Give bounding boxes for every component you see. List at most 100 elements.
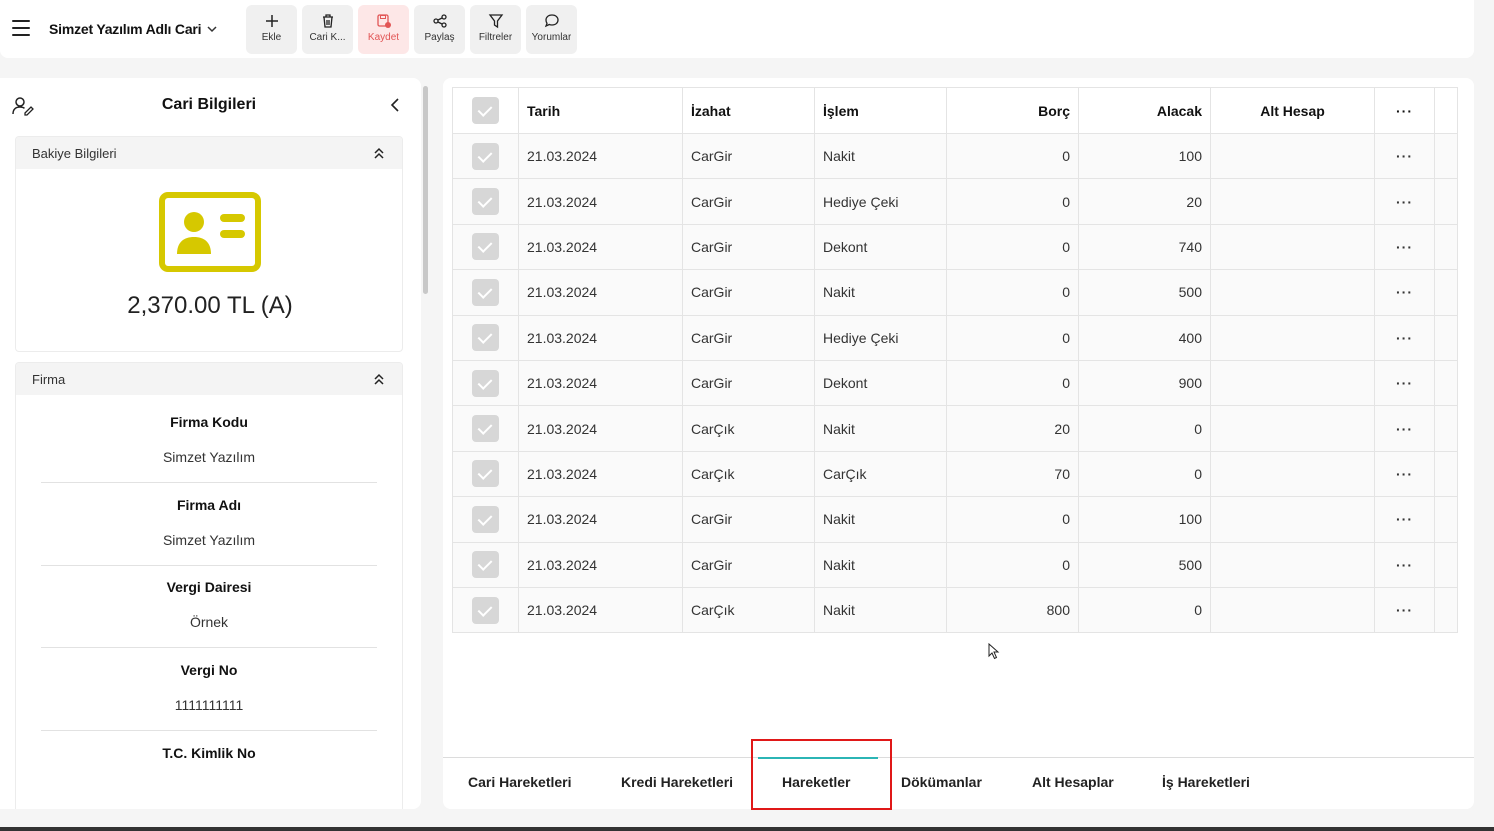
left-panel-scrollbar[interactable]	[423, 86, 428, 294]
row-checkbox-cell[interactable]	[452, 451, 519, 498]
tab-account-movements[interactable]: Cari Hareketleri	[468, 774, 572, 790]
table-row[interactable]: 21.03.2024 CarGir Nakit 0 500 ···	[452, 269, 1458, 316]
table-row[interactable]: 21.03.2024 CarGir Hediye Çeki 0 400 ···	[452, 315, 1458, 361]
row-checkbox-cell[interactable]	[452, 496, 519, 543]
column-header-date[interactable]: Tarih	[518, 87, 683, 134]
cell-debit: 0	[946, 224, 1079, 271]
tab-credit-movements[interactable]: Kredi Hareketleri	[621, 774, 733, 790]
row-checkbox[interactable]	[472, 233, 499, 261]
table-row[interactable]: 21.03.2024 CarGir Nakit 0 100 ···	[452, 496, 1458, 543]
firm-card: Firma Firma Kodu Simzet Yazılım Firma Ad…	[15, 362, 403, 809]
row-checkbox[interactable]	[472, 369, 499, 397]
column-header-transaction[interactable]: İşlem	[814, 87, 947, 134]
row-checkbox-cell[interactable]	[452, 405, 519, 452]
account-info-panel: Cari Bilgileri Bakiye Bilgileri 2,370.00…	[0, 78, 421, 809]
add-button[interactable]: Ekle	[246, 5, 297, 54]
cell-credit: 500	[1078, 269, 1211, 316]
cell-credit: 0	[1078, 451, 1211, 498]
cell-debit: 0	[946, 542, 1079, 588]
row-options-icon[interactable]: ···	[1374, 315, 1435, 361]
row-options-icon[interactable]: ···	[1374, 451, 1435, 498]
select-all-checkbox-cell[interactable]	[452, 87, 519, 134]
cell-debit: 0	[946, 496, 1079, 543]
cell-debit: 0	[946, 360, 1079, 407]
column-header-sub-account[interactable]: Alt Hesap	[1210, 87, 1375, 134]
row-options-icon[interactable]: ···	[1374, 178, 1435, 225]
row-options-icon[interactable]: ···	[1374, 496, 1435, 543]
row-checkbox-cell[interactable]	[452, 178, 519, 225]
cell-credit: 20	[1078, 178, 1211, 225]
column-options-icon[interactable]: ···	[1374, 87, 1435, 134]
table-row[interactable]: 21.03.2024 CarGir Dekont 0 740 ···	[452, 224, 1458, 271]
row-checkbox-cell[interactable]	[452, 224, 519, 271]
mouse-cursor-icon	[988, 643, 1000, 660]
firm-section-header[interactable]: Firma	[16, 363, 402, 395]
cell-sub-account	[1210, 542, 1375, 588]
table-row[interactable]: 21.03.2024 CarGir Nakit 0 100 ···	[452, 133, 1458, 180]
row-options-icon[interactable]: ···	[1374, 269, 1435, 316]
balance-section-header[interactable]: Bakiye Bilgileri	[16, 137, 402, 169]
table-row[interactable]: 21.03.2024 CarGir Nakit 0 500 ···	[452, 542, 1458, 588]
row-spacer	[1434, 360, 1458, 407]
row-checkbox[interactable]	[472, 505, 499, 533]
table-row[interactable]: 21.03.2024 CarÇık CarÇık 70 0 ···	[452, 451, 1458, 498]
row-options-icon[interactable]: ···	[1374, 405, 1435, 452]
row-options-icon[interactable]: ···	[1374, 360, 1435, 407]
filters-button[interactable]: Filtreler	[470, 5, 521, 54]
column-header-credit[interactable]: Alacak	[1078, 87, 1211, 134]
delete-account-button[interactable]: Cari K...	[302, 5, 353, 54]
table-row[interactable]: 21.03.2024 CarÇık Nakit 20 0 ···	[452, 405, 1458, 452]
field-national-id: T.C. Kimlik No	[41, 745, 377, 780]
row-options-icon[interactable]: ···	[1374, 133, 1435, 180]
row-options-icon[interactable]: ···	[1374, 587, 1435, 634]
row-checkbox-cell[interactable]	[452, 360, 519, 407]
row-checkbox[interactable]	[472, 460, 499, 488]
id-card-icon	[159, 192, 261, 272]
row-checkbox[interactable]	[472, 596, 499, 624]
chevron-down-icon[interactable]	[206, 23, 218, 35]
row-checkbox-cell[interactable]	[452, 269, 519, 316]
cell-sub-account	[1210, 224, 1375, 271]
row-checkbox[interactable]	[472, 278, 499, 306]
row-checkbox-cell[interactable]	[452, 133, 519, 180]
row-checkbox-cell[interactable]	[452, 587, 519, 634]
comments-button[interactable]: Yorumlar	[526, 5, 577, 54]
cell-transaction: Hediye Çeki	[814, 315, 947, 361]
table-row[interactable]: 21.03.2024 CarGir Hediye Çeki 0 20 ···	[452, 178, 1458, 225]
share-button[interactable]: Paylaş	[414, 5, 465, 54]
cell-explanation: CarGir	[682, 224, 815, 271]
tab-movements[interactable]: Hareketler	[782, 774, 851, 790]
field-label: T.C. Kimlik No	[162, 745, 256, 761]
row-options-icon[interactable]: ···	[1374, 224, 1435, 271]
field-firm-name: Firma Adı Simzet Yazılım	[41, 497, 377, 548]
chevron-left-icon[interactable]	[388, 97, 402, 113]
tab-documents[interactable]: Dökümanlar	[901, 774, 982, 790]
row-checkbox[interactable]	[472, 415, 499, 443]
row-options-icon[interactable]: ···	[1374, 542, 1435, 588]
field-tax-office: Vergi Dairesi Örnek	[41, 579, 377, 630]
row-checkbox[interactable]	[472, 551, 499, 579]
table-row[interactable]: 21.03.2024 CarGir Dekont 0 900 ···	[452, 360, 1458, 407]
filters-button-label: Filtreler	[478, 32, 513, 43]
movements-table: Tarih İzahat İşlem Borç Alacak Alt Hesap…	[452, 87, 1458, 634]
cell-date: 21.03.2024	[518, 269, 683, 316]
cell-transaction: Nakit	[814, 405, 947, 452]
row-checkbox[interactable]	[472, 142, 499, 170]
tab-work-movements[interactable]: İş Hareketleri	[1162, 774, 1250, 790]
table-row[interactable]: 21.03.2024 CarÇık Nakit 800 0 ···	[452, 587, 1458, 634]
hamburger-menu-icon[interactable]	[12, 20, 30, 36]
table-header-row: Tarih İzahat İşlem Borç Alacak Alt Hesap…	[452, 87, 1458, 134]
save-button[interactable]: Kaydet	[358, 5, 409, 54]
row-checkbox[interactable]	[472, 324, 499, 352]
cell-credit: 400	[1078, 315, 1211, 361]
select-all-checkbox[interactable]	[472, 97, 499, 124]
field-label: Firma Adı	[176, 497, 242, 513]
row-checkbox-cell[interactable]	[452, 315, 519, 361]
row-checkbox-cell[interactable]	[452, 542, 519, 588]
cell-sub-account	[1210, 405, 1375, 452]
row-checkbox[interactable]	[472, 188, 499, 216]
column-header-debit[interactable]: Borç	[946, 87, 1079, 134]
column-header-explanation[interactable]: İzahat	[682, 87, 815, 134]
tab-sub-accounts[interactable]: Alt Hesaplar	[1032, 774, 1114, 790]
field-firm-code: Firma Kodu Simzet Yazılım	[41, 414, 377, 465]
